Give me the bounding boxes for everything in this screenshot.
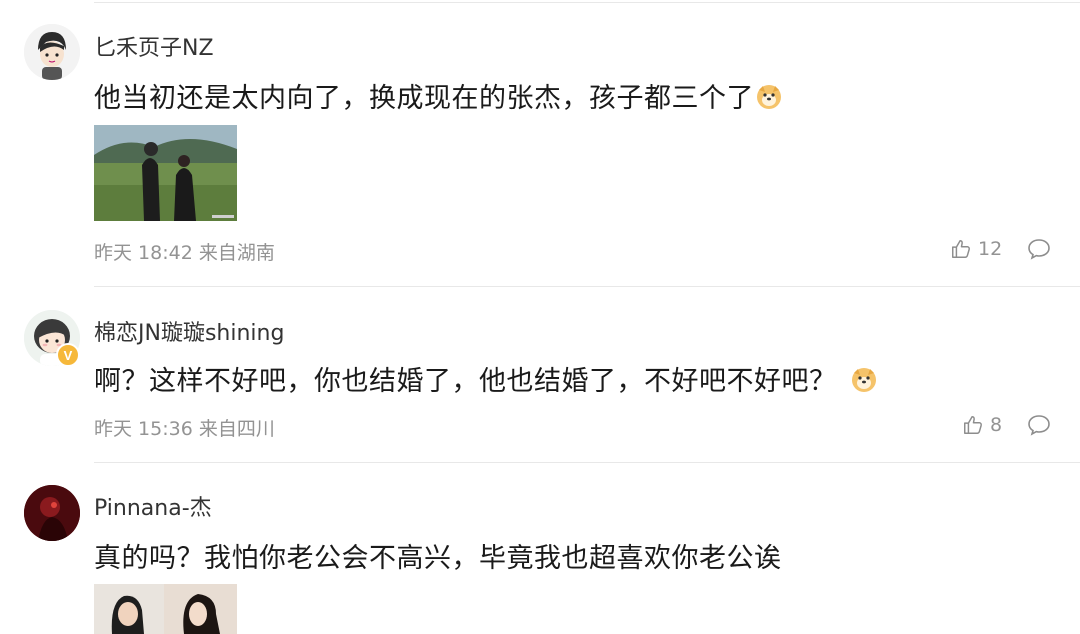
comment-text: 真的吗？我怕你老公会不高兴，毕竟我也超喜欢你老公诶 bbox=[94, 543, 782, 574]
comment-item: 匕禾页子NZ 他当初还是太内向了，换成现在的张杰，孩子都三个了 昨天 18:42… bbox=[0, 0, 1080, 286]
couple-photo-thumbnail bbox=[94, 584, 237, 634]
comment-bubble-icon bbox=[1028, 239, 1050, 260]
reply-button[interactable] bbox=[1027, 414, 1051, 440]
like-count: 12 bbox=[978, 238, 1003, 260]
comment-text-content: 啊？这样不好吧，你也结婚了，他也结婚了，不好吧不好吧？ bbox=[94, 366, 837, 397]
avatar-dark-red-icon bbox=[24, 485, 80, 541]
comment-text: 啊？这样不好吧，你也结婚了，他也结婚了，不好吧不好吧？ bbox=[94, 359, 877, 400]
comment-text-content: 他当初还是太内向了，换成现在的张杰，孩子都三个了 bbox=[94, 83, 754, 114]
comment-text: 他当初还是太内向了，换成现在的张杰，孩子都三个了 bbox=[94, 76, 782, 117]
avatar[interactable] bbox=[24, 485, 80, 541]
like-count: 8 bbox=[990, 414, 1003, 436]
comment-image[interactable] bbox=[94, 125, 237, 221]
reply-button[interactable] bbox=[1027, 238, 1051, 264]
avatar[interactable] bbox=[24, 24, 80, 80]
comment-username[interactable]: Pinnana-杰 bbox=[94, 490, 212, 522]
comment-image[interactable] bbox=[94, 584, 237, 634]
comment-item: V 棉恋JN璇璇shining 啊？这样不好吧，你也结婚了，他也结婚了，不好吧不… bbox=[0, 287, 1080, 461]
comment-username[interactable]: 匕禾页子NZ bbox=[94, 30, 214, 62]
like-button[interactable]: 8 bbox=[962, 414, 1002, 436]
avatar-cartoon-boy-icon bbox=[24, 24, 80, 80]
comment-username[interactable]: 棉恋JN璇璇shining bbox=[94, 315, 284, 347]
doge-emoji-icon bbox=[756, 84, 782, 117]
verified-badge-icon: V bbox=[56, 343, 80, 367]
thumbs-up-icon bbox=[952, 240, 970, 258]
comment-bubble-icon bbox=[1028, 415, 1050, 436]
thumbs-up-icon bbox=[964, 416, 982, 434]
comment-item: Pinnana-杰 真的吗？我怕你老公会不高兴，毕竟我也超喜欢你老公诶 bbox=[0, 463, 1080, 634]
couple-photo-thumbnail bbox=[94, 125, 237, 221]
like-button[interactable]: 12 bbox=[950, 238, 1002, 260]
comment-meta: 昨天 18:42 来自湖南 bbox=[94, 242, 275, 264]
doge-emoji-icon bbox=[851, 367, 877, 400]
comment-meta: 昨天 15:36 来自四川 bbox=[94, 418, 275, 440]
